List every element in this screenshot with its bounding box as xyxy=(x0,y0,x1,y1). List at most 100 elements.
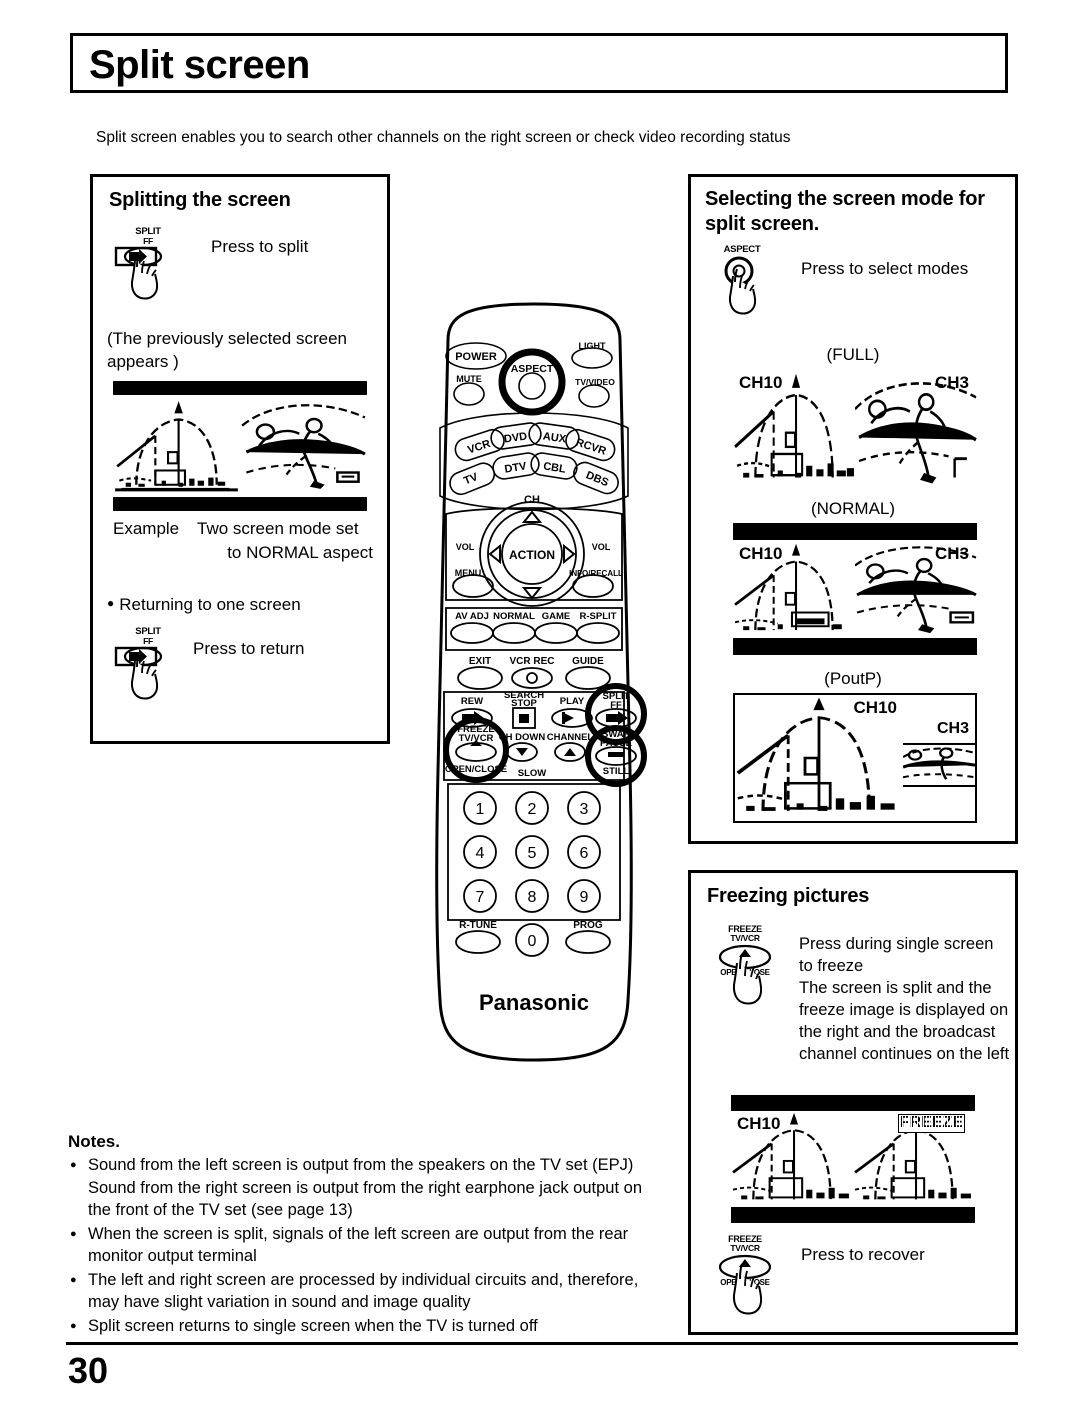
svg-text:7: 7 xyxy=(476,889,485,906)
example-line1: Two screen mode set xyxy=(197,519,359,538)
example-left-half xyxy=(113,395,242,497)
remote-control-illustration: POWER LIGHT MUTE TV/VIDEO ASPECT VCR DVD… xyxy=(418,300,650,1090)
notes-list: Sound from the left screen is output fro… xyxy=(68,1154,668,1337)
notes-heading: Notes. xyxy=(68,1132,120,1151)
page-number: 30 xyxy=(68,1350,109,1391)
splitting-the-screen-panel: Splitting the screen SPLIT FF Press to s… xyxy=(90,174,390,744)
freeze-status-badge: FREEZE xyxy=(897,1114,965,1133)
example-caption: Example Two screen mode set to NORMAL asp… xyxy=(113,517,383,565)
poutp-sub-channel: CH3 xyxy=(936,720,969,738)
freeze-instruction-text: Press during single screen to freeze The… xyxy=(799,933,1011,1065)
bullet-icon: ● xyxy=(107,596,115,610)
freeze-instruction-line1: Press during single screen to freeze xyxy=(799,935,994,975)
svg-text:PAUSE: PAUSE xyxy=(600,738,632,749)
mode-panel-title: Selecting the screen mode for split scre… xyxy=(705,188,985,235)
poutp-main-channel: CH10 xyxy=(853,698,897,717)
poutp-sub-window xyxy=(903,742,975,788)
svg-text:9: 9 xyxy=(580,889,589,906)
svg-text:8: 8 xyxy=(528,889,537,906)
note-item: When the screen is split, signals of the… xyxy=(68,1223,668,1268)
svg-text:CHANNEL: CHANNEL xyxy=(547,732,594,743)
freeze-example-image: CH10 FREEZE xyxy=(731,1095,975,1223)
svg-text:MUTE: MUTE xyxy=(456,374,482,384)
pressing-hand-icon xyxy=(718,1254,772,1315)
note-item: Split screen returns to single screen wh… xyxy=(68,1315,668,1338)
svg-text:FF: FF xyxy=(610,700,622,711)
mode-label-normal: (NORMAL) xyxy=(810,499,896,518)
svg-text:TV/VIDEO: TV/VIDEO xyxy=(575,377,615,387)
footer-divider xyxy=(66,1342,1018,1345)
svg-text:OPEN/CLOSE: OPEN/CLOSE xyxy=(445,764,507,775)
previously-selected-screen-note: (The previously selected screen appears … xyxy=(107,329,348,371)
pressing-hand-icon xyxy=(718,944,772,1005)
svg-text:ACTION: ACTION xyxy=(509,548,555,562)
svg-text:R-SPLIT: R-SPLIT xyxy=(580,611,617,622)
mode-image-normal: CH10 CH3 xyxy=(733,523,977,655)
freeze-panel-title: Freezing pictures xyxy=(707,885,870,907)
svg-text:AV ADJ: AV ADJ xyxy=(455,611,489,622)
freeze-left-channel: CH10 xyxy=(737,1114,781,1133)
svg-text:PROG: PROG xyxy=(573,920,603,931)
mode-label-poutp: (PoutP) xyxy=(824,669,882,688)
svg-text:EXIT: EXIT xyxy=(469,656,491,667)
svg-text:REW: REW xyxy=(461,696,483,707)
svg-text:SLOW: SLOW xyxy=(518,768,547,779)
svg-text:CH DOWN: CH DOWN xyxy=(499,732,546,743)
example-line2: to NORMAL aspect xyxy=(227,543,373,562)
svg-text:GUIDE: GUIDE xyxy=(572,656,604,667)
aspect-button-figure: ASPECT xyxy=(705,245,779,319)
freeze-instruction-line2: The screen is split and the freeze image… xyxy=(799,979,1010,1063)
page-title-box: Split screen xyxy=(70,33,1008,93)
poutp-main-screen: CH10 xyxy=(735,695,905,821)
press-to-recover-text: Press to recover xyxy=(801,1245,925,1264)
press-to-return-text: Press to return xyxy=(193,639,305,658)
poutp-side-column: CH3 xyxy=(903,695,975,821)
pressing-hand-icon xyxy=(724,256,757,315)
note-item: Sound from the left screen is output fro… xyxy=(68,1154,668,1222)
full-left-channel: CH10 xyxy=(739,373,783,392)
freeze-badge-text: FREEZE xyxy=(899,1114,963,1131)
svg-text:INFO/RECALL: INFO/RECALL xyxy=(569,569,623,578)
split-button-figure: SPLIT FF xyxy=(109,227,187,305)
split-screen-example-image xyxy=(113,381,367,511)
svg-text:LIGHT: LIGHT xyxy=(579,341,606,351)
svg-text:PLAY: PLAY xyxy=(560,696,585,707)
returning-heading-text: Returning to one screen xyxy=(119,595,301,614)
press-to-select-modes-text: Press to select modes xyxy=(801,259,969,278)
freeze-button-figure: FREEZE TV/VCR OPEN/CLOSE xyxy=(701,924,789,1015)
note-item: The left and right screen are processed … xyxy=(68,1269,668,1314)
svg-text:Panasonic: Panasonic xyxy=(479,990,589,1015)
screen-mode-panel: Selecting the screen mode for split scre… xyxy=(688,174,1018,844)
normal-left-channel: CH10 xyxy=(739,544,783,563)
svg-text:2: 2 xyxy=(528,801,537,818)
svg-text:3: 3 xyxy=(580,801,589,818)
manual-page: Split screen Split screen enables you to… xyxy=(0,0,1080,1417)
svg-text:0: 0 xyxy=(528,933,537,950)
svg-text:GAME: GAME xyxy=(542,611,571,622)
mode-image-poutp: CH10 CH3 xyxy=(733,693,977,823)
svg-text:1: 1 xyxy=(476,801,485,818)
example-right-half xyxy=(240,395,367,497)
returning-heading: ● Returning to one screen xyxy=(107,595,301,615)
pressing-hand-icon xyxy=(114,646,163,700)
svg-text:6: 6 xyxy=(580,845,589,862)
mode-label-full: (FULL) xyxy=(826,345,880,364)
press-to-split-text: Press to split xyxy=(211,237,309,256)
normal-right-channel: CH3 xyxy=(934,544,969,563)
svg-text:STOP: STOP xyxy=(511,698,537,709)
svg-text:R-TUNE: R-TUNE xyxy=(459,920,497,931)
svg-text:CH: CH xyxy=(524,494,540,506)
svg-text:5: 5 xyxy=(528,845,537,862)
split-button-figure-return: SPLIT FF xyxy=(109,627,187,705)
svg-text:4: 4 xyxy=(476,845,485,862)
svg-text:MENU: MENU xyxy=(455,568,482,578)
svg-text:TV/VCR: TV/VCR xyxy=(459,733,494,744)
svg-text:VOL: VOL xyxy=(456,542,475,552)
svg-text:ASPECT: ASPECT xyxy=(511,363,554,375)
freeze-button-figure-recover: FREEZE TV/VCR OPEN/CLOSE xyxy=(701,1234,789,1325)
freezing-pictures-panel: Freezing pictures FREEZE TV/VCR OPEN/CLO… xyxy=(688,870,1018,1335)
svg-text:POWER: POWER xyxy=(455,351,497,363)
splitting-panel-title: Splitting the screen xyxy=(109,189,291,211)
notes-section: Notes. Sound from the left screen is out… xyxy=(68,1132,668,1338)
svg-text:STILL: STILL xyxy=(603,766,630,777)
